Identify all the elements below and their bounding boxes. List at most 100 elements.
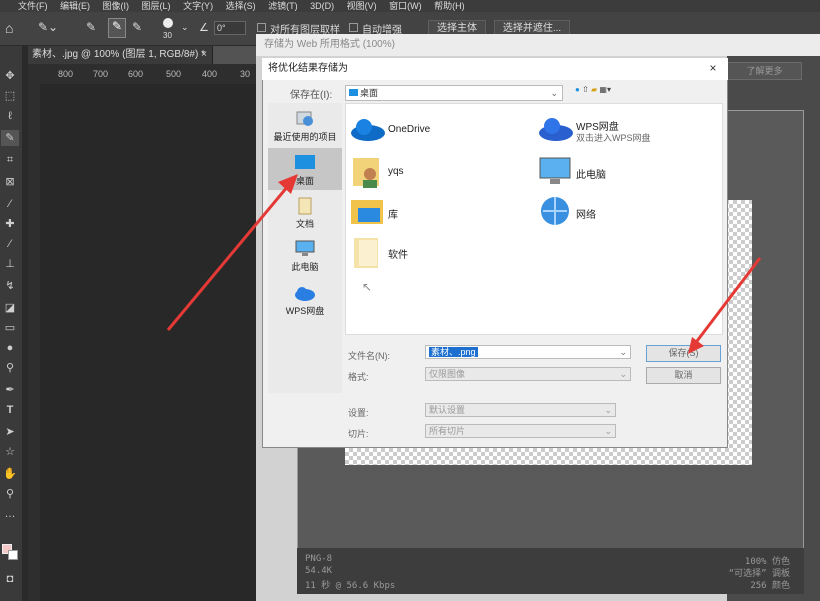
new-selection-icon[interactable]: ✎ (86, 20, 102, 36)
vertical-ruler (28, 84, 40, 601)
menu-bar: 文件(F) 编辑(E) 图像(I) 图层(L) 文字(Y) 选择(S) 滤镜(T… (0, 0, 820, 12)
file-name: 库 (388, 210, 398, 221)
menu-layer[interactable]: 图层(L) (142, 0, 171, 12)
dodge-tool-icon[interactable]: ⚲ (1, 360, 19, 376)
gradient-tool-icon[interactable]: ▭ (1, 320, 19, 336)
cloud-icon (295, 287, 315, 301)
file-item-onedrive[interactable]: OneDrive (348, 116, 508, 146)
filename-selected-text: 素材、.png (429, 347, 478, 357)
quick-select-tool-icon[interactable]: ✎⌄ (38, 20, 64, 36)
info-colors: 256 颜色 (750, 581, 790, 591)
add-selection-icon[interactable]: ✎ (108, 18, 126, 38)
desktop-icon (349, 89, 358, 96)
subtract-selection-icon[interactable]: ✎ (132, 20, 148, 36)
hand-tool-icon[interactable]: ✋ (1, 466, 19, 482)
file-item-user-folder[interactable]: yqs (350, 154, 500, 190)
format-label: 格式: (348, 372, 369, 382)
filename-label: 文件名(N): (348, 351, 390, 361)
menu-3d[interactable]: 3D(D) (310, 0, 334, 12)
documents-icon (298, 197, 312, 215)
place-desktop[interactable]: 桌面 (268, 154, 342, 187)
zoom-tool-icon[interactable]: ⚲ (1, 486, 19, 502)
menu-view[interactable]: 视图(V) (347, 0, 377, 12)
computer-icon (295, 240, 315, 256)
blur-tool-icon[interactable]: ● (1, 340, 19, 356)
sample-all-layers-checkbox[interactable] (257, 23, 266, 32)
format-select[interactable]: 仅限图像 ⌄ (425, 367, 631, 381)
menu-file[interactable]: 文件(F) (18, 0, 48, 12)
brush-tool-icon[interactable]: ⁄ (1, 236, 19, 252)
recent-items-icon (296, 111, 313, 126)
ruler-tick: 700 (93, 69, 109, 79)
save-in-label: 保存在(I): (290, 90, 333, 101)
type-tool-icon[interactable]: T (1, 402, 19, 418)
more-tools-icon[interactable]: … (1, 506, 19, 522)
path-select-icon[interactable]: ➤ (1, 424, 19, 440)
place-wps-cloud[interactable]: WPS网盘 (268, 284, 342, 317)
file-subtitle: 双击进入WPS网盘 (576, 133, 651, 143)
info-time: 11 秒 @ 56.6 Kbps (305, 581, 396, 591)
dialog-title: 将优化结果存储为 (262, 58, 728, 80)
menu-type[interactable]: 文字(Y) (183, 0, 213, 12)
save-in-select[interactable]: 桌面 ⌄ (345, 85, 563, 101)
save-button[interactable]: 保存(S) (646, 345, 721, 362)
file-item-software-folder[interactable]: 软件 (350, 234, 500, 270)
menu-image[interactable]: 图像(I) (103, 0, 130, 12)
settings-value: 默认设置 (429, 405, 466, 415)
new-folder-icon[interactable]: ▰ (591, 85, 597, 94)
file-item-network[interactable]: 网络 (538, 194, 688, 230)
frame-tool-icon[interactable]: ⊠ (1, 174, 19, 190)
eyedropper-tool-icon[interactable]: ⁄ (1, 196, 19, 212)
up-folder-icon[interactable]: ⇧ (582, 85, 589, 94)
eraser-tool-icon[interactable]: ◪ (1, 300, 19, 316)
background-color-swatch[interactable] (8, 550, 18, 560)
filename-input[interactable]: 素材、.png ⌄ (425, 345, 631, 359)
close-icon[interactable]: × (201, 46, 207, 64)
file-item-libraries[interactable]: 库 (350, 194, 500, 230)
stamp-tool-icon[interactable]: ⊥ (1, 256, 19, 272)
history-brush-icon[interactable]: ↯ (1, 278, 19, 294)
menu-filter[interactable]: 滤镜(T) (268, 0, 298, 12)
back-icon[interactable]: ● (575, 85, 580, 94)
shape-tool-icon[interactable]: ☆ (1, 444, 19, 460)
menu-edit[interactable]: 编辑(E) (60, 0, 90, 12)
file-item-wps-cloud[interactable]: WPS网盘 双击进入WPS网盘 (536, 116, 716, 146)
chevron-down-icon: ⌄ (550, 88, 558, 98)
optimization-info: PNG-8 54.4K 11 秒 @ 56.6 Kbps 100% 仿色 “可选… (297, 548, 804, 594)
angle-input[interactable]: 0° (214, 21, 246, 35)
menu-window[interactable]: 窗口(W) (389, 0, 422, 12)
view-menu-icon[interactable]: ▦▾ (599, 85, 611, 94)
mouse-cursor-icon: ↖ (362, 280, 373, 294)
computer-icon (539, 157, 571, 184)
learn-more-button[interactable]: 了解更多 (727, 62, 802, 80)
lasso-tool-icon[interactable]: ℓ (1, 108, 19, 124)
place-documents[interactable]: 文档 (268, 197, 342, 230)
user-folder-icon (353, 158, 379, 188)
place-this-pc[interactable]: 此电脑 (268, 240, 342, 273)
quick-select-icon[interactable]: ✎ (1, 130, 19, 146)
auto-enhance-checkbox[interactable] (349, 23, 358, 32)
quick-mask-icon[interactable]: ◘ (1, 571, 19, 587)
menu-help[interactable]: 帮助(H) (434, 0, 465, 12)
library-folder-icon (351, 200, 383, 224)
marquee-tool-icon[interactable]: ⬚ (1, 88, 19, 104)
navigation-icons[interactable]: ● ⇧ ▰ ▦▾ (575, 85, 615, 101)
ruler-tick: 600 (128, 69, 144, 79)
healing-brush-icon[interactable]: ✚ (1, 216, 19, 232)
home-icon[interactable]: ⌂ (5, 20, 21, 36)
slices-select[interactable]: 所有切片 ⌄ (425, 424, 616, 438)
file-item-this-pc[interactable]: 此电脑 (538, 154, 688, 190)
place-wps-cloud-label: WPS网盘 (285, 306, 325, 316)
brush-size-icon[interactable] (163, 18, 173, 28)
chevron-down-icon[interactable]: ⌄ (181, 22, 189, 33)
cancel-button[interactable]: 取消 (646, 367, 721, 384)
place-recent[interactable]: 最近使用的项目 (268, 110, 342, 143)
crop-tool-icon[interactable]: ⌗ (1, 152, 19, 168)
close-icon[interactable]: × (706, 61, 720, 75)
document-tab[interactable]: 素材、.jpg @ 100% (图层 1, RGB/8#) * × (28, 46, 213, 64)
move-tool-icon[interactable]: ✥ (1, 68, 19, 84)
pen-tool-icon[interactable]: ✒ (1, 382, 19, 398)
menu-select[interactable]: 选择(S) (226, 0, 256, 12)
settings-select[interactable]: 默认设置 ⌄ (425, 403, 616, 417)
chevron-down-icon: ⌄ (619, 369, 627, 379)
